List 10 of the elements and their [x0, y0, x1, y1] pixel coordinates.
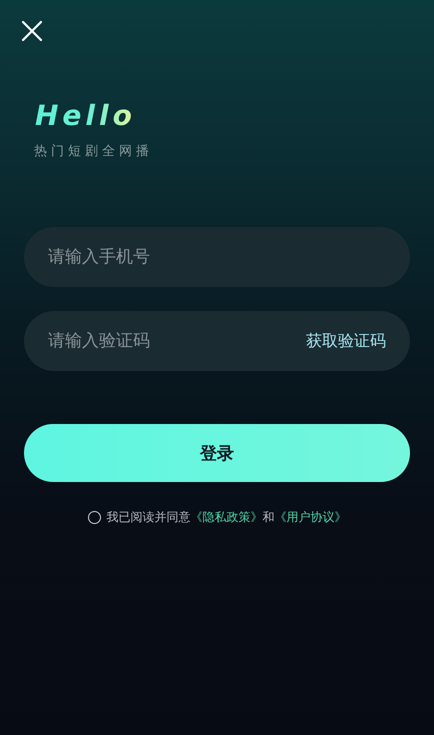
login-button[interactable]: 登录 [24, 424, 410, 482]
phone-field[interactable]: 请输入手机号 [24, 227, 410, 287]
close-icon [21, 20, 43, 42]
agreement-text: 我已阅读并同意《隐私政策》和《用户协议》 [106, 509, 346, 526]
agree-checkbox[interactable] [88, 511, 100, 524]
get-code-button[interactable]: 获取验证码 [306, 329, 386, 353]
privacy-policy-link[interactable]: 《隐私政策》 [190, 510, 262, 524]
close-button[interactable] [21, 20, 43, 42]
subtitle: 热门短剧全网播 [34, 143, 153, 160]
user-agreement-link[interactable]: 《用户协议》 [274, 510, 346, 524]
